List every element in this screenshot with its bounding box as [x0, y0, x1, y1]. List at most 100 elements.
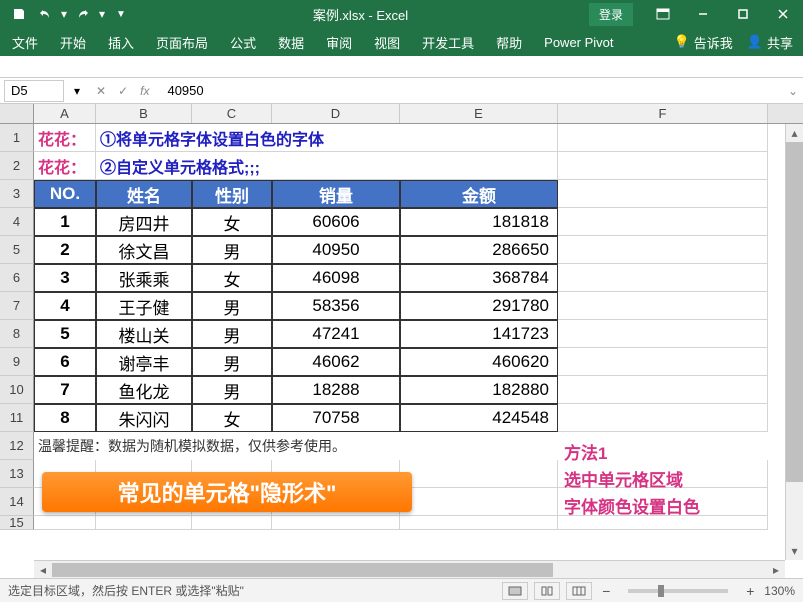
cell-qty[interactable]: 70758	[272, 404, 400, 432]
tab-powerpivot[interactable]: Power Pivot	[542, 31, 615, 54]
cell-sex[interactable]: 男	[192, 236, 272, 264]
cell-no[interactable]: 6	[34, 348, 96, 376]
cell-sex[interactable]: 男	[192, 376, 272, 404]
cell-qty[interactable]: 18288	[272, 376, 400, 404]
minimize-button[interactable]	[683, 0, 723, 28]
scroll-down-icon[interactable]: ▾	[786, 542, 803, 560]
tab-formulas[interactable]: 公式	[228, 29, 258, 56]
redo-dropdown[interactable]: ▾	[98, 10, 106, 18]
row-header[interactable]: 9	[0, 348, 34, 376]
cell-a1[interactable]: 花花：	[34, 124, 96, 152]
cell-amt[interactable]: 460620	[400, 348, 558, 376]
cell-no[interactable]: 8	[34, 404, 96, 432]
cell-qty[interactable]: 47241	[272, 320, 400, 348]
row-header[interactable]: 1	[0, 124, 34, 152]
row-header[interactable]: 5	[0, 236, 34, 264]
scroll-up-icon[interactable]: ▴	[786, 124, 803, 142]
vscroll-thumb[interactable]	[786, 142, 803, 482]
col-header-b[interactable]: B	[96, 104, 192, 123]
view-page-layout-button[interactable]	[534, 582, 560, 600]
cell-sex[interactable]: 女	[192, 208, 272, 236]
row-header[interactable]: 11	[0, 404, 34, 432]
cell-no[interactable]: 1	[34, 208, 96, 236]
name-box-dropdown[interactable]: ▾	[68, 84, 86, 98]
cell-qty[interactable]: 60606	[272, 208, 400, 236]
scroll-left-icon[interactable]: ◂	[34, 561, 52, 579]
th-no[interactable]: NO.	[34, 180, 96, 208]
cell-sex[interactable]: 男	[192, 292, 272, 320]
redo-button[interactable]	[72, 3, 94, 25]
select-all-corner[interactable]	[0, 104, 34, 123]
cell-qty[interactable]: 46098	[272, 264, 400, 292]
save-button[interactable]	[8, 3, 30, 25]
undo-button[interactable]	[34, 3, 56, 25]
cell-name[interactable]: 房四井	[96, 208, 192, 236]
th-qty[interactable]: 销量	[272, 180, 400, 208]
cell-amt[interactable]: 368784	[400, 264, 558, 292]
cell-qty[interactable]: 40950	[272, 236, 400, 264]
col-header-c[interactable]: C	[192, 104, 272, 123]
tab-data[interactable]: 数据	[276, 29, 306, 56]
cell-sex[interactable]: 女	[192, 264, 272, 292]
name-box[interactable]: D5	[4, 80, 64, 102]
th-sex[interactable]: 性别	[192, 180, 272, 208]
th-amt[interactable]: 金额	[400, 180, 558, 208]
cell-no[interactable]: 2	[34, 236, 96, 264]
login-button[interactable]: 登录	[589, 3, 633, 26]
cell-amt[interactable]: 286650	[400, 236, 558, 264]
footer-note[interactable]: 温馨提醒：数据为随机模拟数据，仅供参考使用。	[34, 432, 558, 460]
cell-amt[interactable]: 141723	[400, 320, 558, 348]
col-header-e[interactable]: E	[400, 104, 558, 123]
view-page-break-button[interactable]	[566, 582, 592, 600]
row-header[interactable]: 6	[0, 264, 34, 292]
zoom-slider[interactable]	[628, 589, 728, 593]
tab-help[interactable]: 帮助	[494, 29, 524, 56]
vertical-scrollbar[interactable]: ▴ ▾	[785, 124, 803, 560]
row-header[interactable]: 7	[0, 292, 34, 320]
cell-name[interactable]: 徐文昌	[96, 236, 192, 264]
cell-sex[interactable]: 男	[192, 320, 272, 348]
col-header-f[interactable]: F	[558, 104, 768, 123]
enter-formula-icon[interactable]: ✓	[118, 84, 128, 98]
tab-insert[interactable]: 插入	[106, 29, 136, 56]
close-button[interactable]	[763, 0, 803, 28]
cell-name[interactable]: 张乘乘	[96, 264, 192, 292]
hscroll-thumb[interactable]	[52, 563, 553, 577]
insert-function-icon[interactable]: fx	[140, 84, 149, 98]
tab-view[interactable]: 视图	[372, 29, 402, 56]
qat-customize[interactable]: ▼	[110, 3, 132, 25]
tab-file[interactable]: 文件	[10, 29, 40, 56]
col-header-d[interactable]: D	[272, 104, 400, 123]
cell-name[interactable]: 鱼化龙	[96, 376, 192, 404]
tab-layout[interactable]: 页面布局	[154, 29, 210, 56]
tab-home[interactable]: 开始	[58, 29, 88, 56]
cell-qty[interactable]: 58356	[272, 292, 400, 320]
th-name[interactable]: 姓名	[96, 180, 192, 208]
row-header[interactable]: 8	[0, 320, 34, 348]
cell-name[interactable]: 谢亭丰	[96, 348, 192, 376]
zoom-in-button[interactable]: +	[742, 583, 758, 599]
zoom-handle[interactable]	[658, 585, 664, 597]
cell-name[interactable]: 楼山关	[96, 320, 192, 348]
cell-amt[interactable]: 181818	[400, 208, 558, 236]
row-header[interactable]: 3	[0, 180, 34, 208]
expand-formula-bar[interactable]: ⌄	[783, 84, 803, 98]
tab-review[interactable]: 审阅	[324, 29, 354, 56]
cell-name[interactable]: 王子健	[96, 292, 192, 320]
tell-me[interactable]: 💡告诉我	[674, 33, 733, 52]
banner-shape[interactable]: 常见的单元格"隐形术"	[42, 472, 412, 512]
formula-input[interactable]: 40950	[159, 83, 783, 98]
share-button[interactable]: 👤共享	[747, 33, 793, 52]
cell-name[interactable]: 朱闪闪	[96, 404, 192, 432]
tab-developer[interactable]: 开发工具	[420, 29, 476, 56]
view-normal-button[interactable]	[502, 582, 528, 600]
cell-no[interactable]: 4	[34, 292, 96, 320]
cell-no[interactable]: 5	[34, 320, 96, 348]
cell-a2[interactable]: 花花：	[34, 152, 96, 180]
cell-amt[interactable]: 182880	[400, 376, 558, 404]
maximize-button[interactable]	[723, 0, 763, 28]
zoom-level[interactable]: 130%	[764, 584, 795, 598]
row-header[interactable]: 10	[0, 376, 34, 404]
horizontal-scrollbar[interactable]: ◂ ▸	[34, 560, 785, 578]
undo-dropdown[interactable]: ▾	[60, 10, 68, 18]
